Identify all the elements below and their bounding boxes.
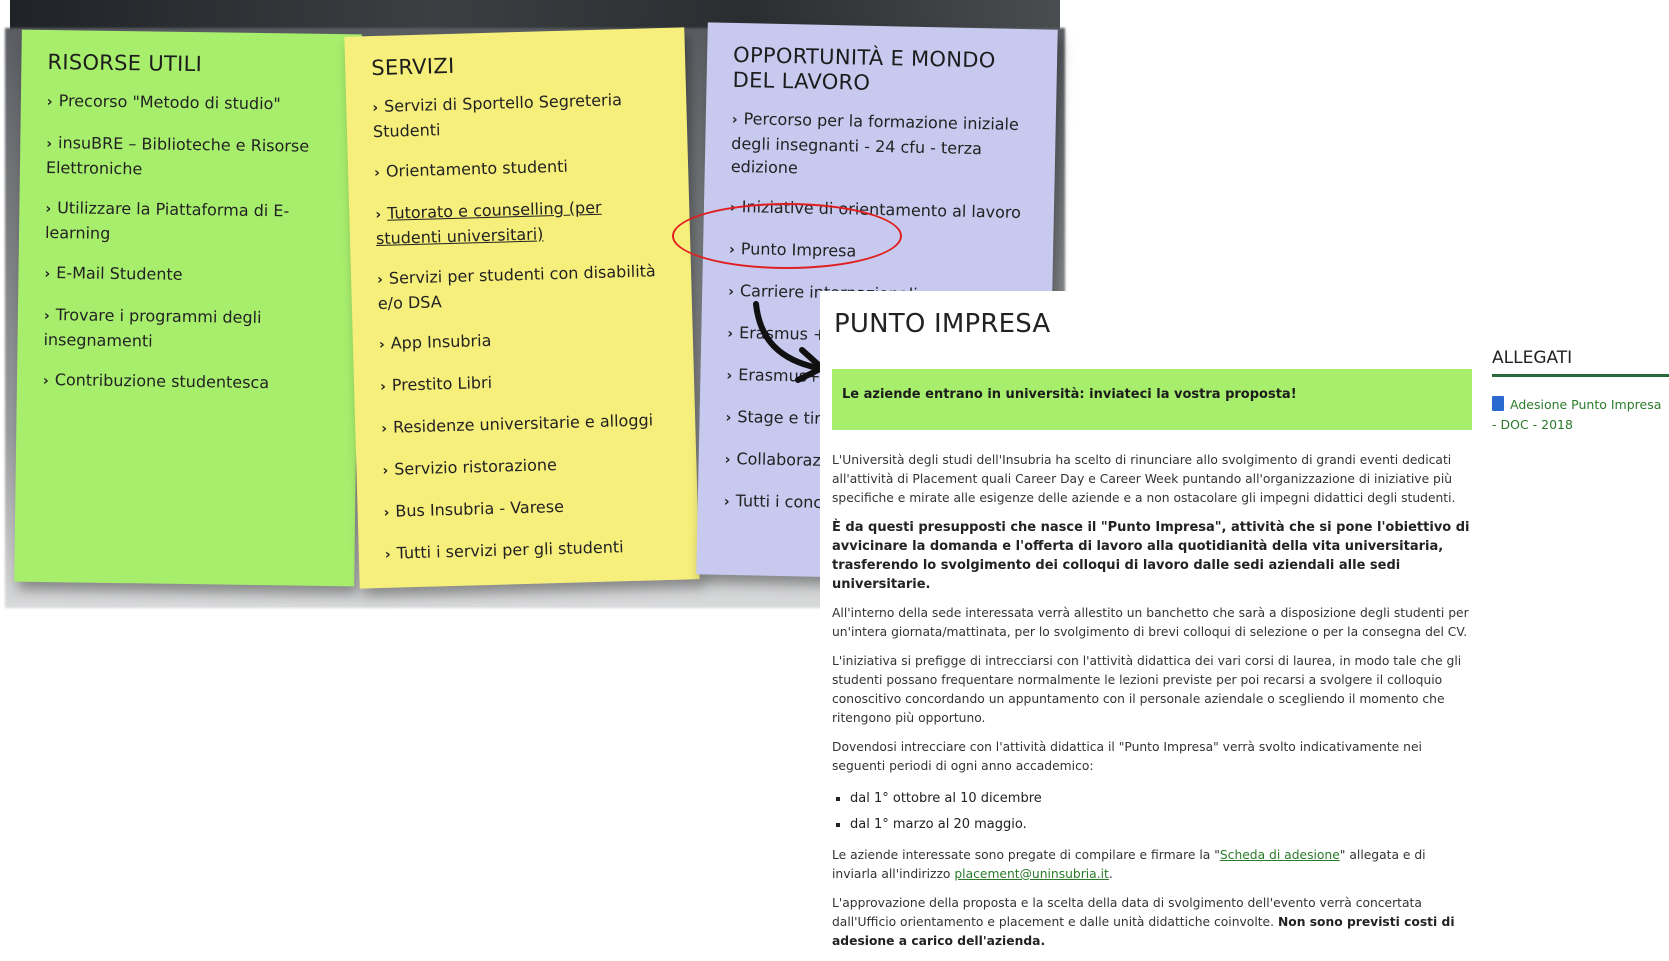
chevron-right-icon: › — [46, 94, 53, 111]
link-insubre[interactable]: › insuBRE – Biblioteche e Risorse Elettro… — [46, 131, 335, 183]
page-title: PUNTO IMPRESA — [834, 309, 1051, 339]
paragraph-bold: È da questi presupposti che nasce il "Pu… — [832, 520, 1470, 592]
chevron-right-icon: › — [724, 451, 731, 468]
paragraph: Le aziende interessate sono pregate di c… — [832, 848, 1426, 881]
attachment-link[interactable]: Adesione Punto Impresa - DOC - 2018 — [1492, 395, 1662, 435]
chevron-right-icon: › — [727, 325, 734, 342]
list-item: dal 1° ottobre al 10 dicembre — [850, 786, 1472, 812]
paragraph: All'interno della sede interessata verrà… — [832, 606, 1469, 639]
chevron-right-icon: › — [384, 546, 391, 563]
link-elearning[interactable]: › Utilizzare la Piattaforma di E-learning — [45, 196, 334, 248]
chevron-right-icon: › — [726, 367, 733, 384]
link-tutorato[interactable]: › Tutorato e counselling (per studenti un… — [375, 194, 664, 250]
highlight-ellipse — [672, 203, 902, 269]
periods-list: dal 1° ottobre al 10 dicembre dal 1° mar… — [832, 786, 1472, 838]
note-title: SERVIZI — [370, 53, 455, 81]
note-servizi: SERVIZI › Servizi di Sportello Segreteria… — [344, 27, 700, 589]
link-ristorazione[interactable]: › Servizio ristorazione — [382, 450, 671, 483]
note-risorse-utili: RISORSE UTILI › Precorso "Metodo di studi… — [14, 29, 362, 587]
list-item: dal 1° marzo al 20 maggio. — [850, 812, 1472, 838]
chevron-right-icon: › — [46, 136, 53, 153]
link-programmi[interactable]: › Trovare i programmi degli insegnamenti — [43, 303, 332, 355]
scheda-adesione-link[interactable]: Scheda di adesione — [1220, 848, 1340, 862]
link-sportello[interactable]: › Servizi di Sportello Segreteria Student… — [372, 87, 661, 143]
link-email-studente[interactable]: › E-Mail Studente — [44, 261, 332, 290]
chevron-right-icon: › — [731, 111, 738, 129]
link-contribuzione[interactable]: › Contribuzione studentesca — [43, 368, 331, 397]
email-link[interactable]: placement@uninsubria.it — [954, 867, 1109, 881]
chevron-right-icon: › — [382, 462, 389, 479]
chevron-right-icon: › — [379, 378, 387, 395]
chevron-right-icon: › — [44, 265, 51, 283]
chevron-right-icon: › — [378, 336, 385, 354]
note-title: OPPORTUNITÀ E MONDO DEL LAVORO — [732, 42, 996, 95]
document-icon — [1492, 396, 1504, 411]
chevron-right-icon: › — [728, 283, 735, 301]
link-orientamento[interactable]: › Orientamento studenti — [374, 152, 663, 185]
paragraph: L'Università degli studi dell'Insubria h… — [832, 453, 1456, 505]
link-disabilita[interactable]: › Servizi per studenti con disabilità e/o… — [377, 259, 666, 315]
chevron-right-icon: › — [376, 271, 384, 289]
chevron-right-icon: › — [725, 409, 732, 426]
link-prestito-libri[interactable]: › Prestito Libri — [380, 366, 669, 399]
chevron-right-icon: › — [372, 99, 379, 117]
link-residenze[interactable]: › Residenze universitarie e alloggi — [381, 408, 670, 441]
chevron-right-icon: › — [375, 206, 382, 224]
note-title: RISORSE UTILI — [47, 50, 203, 77]
announcement-banner: Le aziende entrano in università: inviat… — [832, 369, 1472, 430]
article-body: L'Università degli studi dell'Insubria h… — [832, 451, 1472, 961]
chevron-right-icon: › — [43, 307, 50, 325]
chevron-right-icon: › — [45, 200, 52, 218]
paragraph: L'approvazione della proposta e la scelt… — [832, 896, 1455, 948]
link-app-insubria[interactable]: › App Insubria — [379, 324, 668, 357]
chevron-right-icon: › — [383, 504, 390, 521]
paragraph: Dovendosi intrecciare con l'attività did… — [832, 740, 1422, 773]
chevron-right-icon: › — [723, 493, 730, 510]
punto-impresa-panel: PUNTO IMPRESA Le aziende entrano in univ… — [820, 291, 1669, 948]
link-bus[interactable]: › Bus Insubria - Varese — [383, 492, 672, 525]
link-24cfu[interactable]: › Percorso per la formazione iniziale deg… — [731, 107, 1030, 184]
chevron-right-icon: › — [42, 372, 49, 390]
chevron-right-icon: › — [381, 420, 388, 437]
chevron-right-icon: › — [373, 164, 381, 182]
paragraph: L'iniziativa si prefigge di intrecciarsi… — [832, 654, 1462, 725]
link-tutti-servizi[interactable]: › Tutti i servizi per gli studenti — [384, 534, 673, 567]
link-precorso[interactable]: › Precorso "Metodo di studio" — [47, 89, 335, 118]
allegati-heading: ALLEGATI — [1492, 348, 1669, 377]
